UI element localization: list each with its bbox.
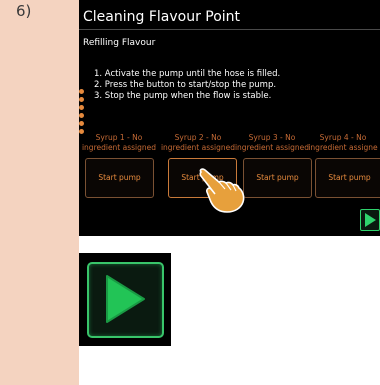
instruction-3: 3. Stop the pump when the flow is stable… bbox=[94, 91, 272, 101]
start-pump-button-3[interactable]: Start pump bbox=[243, 158, 312, 198]
title-divider bbox=[79, 29, 380, 30]
enlarged-next-button bbox=[79, 253, 171, 346]
page-indicator-dot bbox=[79, 113, 84, 118]
instruction-1: 1. Activate the pump until the hose is f… bbox=[94, 69, 281, 79]
syrup-4-label: Syrup 4 - No ingredient assigne bbox=[303, 133, 380, 152]
syrup-3-status: ingredient assigned bbox=[234, 142, 310, 152]
syrup-3-name: Syrup 3 - No bbox=[248, 133, 296, 142]
start-pump-button-1[interactable]: Start pump bbox=[85, 158, 154, 198]
next-button[interactable] bbox=[360, 209, 380, 231]
page-indicator-dot bbox=[79, 105, 84, 110]
screen-subtitle: Refilling Flavour bbox=[83, 38, 156, 48]
play-button-enlarged-icon bbox=[106, 275, 145, 323]
page-indicator-dot bbox=[79, 97, 84, 102]
machine-screen: Cleaning Flavour Point Refilling Flavour… bbox=[79, 0, 380, 236]
play-icon bbox=[365, 213, 376, 227]
page-indicator-dot bbox=[79, 121, 84, 126]
syrup-1-label: Syrup 1 - No ingredient assigned bbox=[79, 133, 159, 152]
syrup-2-label: Syrup 2 - No ingredient assigned bbox=[158, 133, 238, 152]
syrup-4-name: Syrup 4 - No bbox=[319, 133, 367, 142]
start-pump-button-4[interactable]: Start pump bbox=[315, 158, 380, 198]
syrup-1-status: ingredient assigned bbox=[81, 142, 157, 152]
page-indicator-dot bbox=[79, 89, 84, 94]
screen-title: Cleaning Flavour Point bbox=[83, 9, 241, 25]
pointing-hand-icon bbox=[199, 168, 245, 213]
syrup-4-status: ingredient assigne bbox=[308, 142, 378, 152]
syrup-1-name: Syrup 1 - No bbox=[95, 133, 143, 142]
syrup-2-name: Syrup 2 - No bbox=[174, 133, 222, 142]
step-number: 6) bbox=[16, 2, 32, 20]
syrup-3-label: Syrup 3 - No ingredient assigned bbox=[232, 133, 312, 152]
syrup-2-status: ingredient assigned bbox=[160, 142, 236, 152]
step-sidebar: 6) bbox=[0, 0, 79, 385]
instruction-2: 2. Press the button to start/stop the pu… bbox=[94, 80, 277, 90]
